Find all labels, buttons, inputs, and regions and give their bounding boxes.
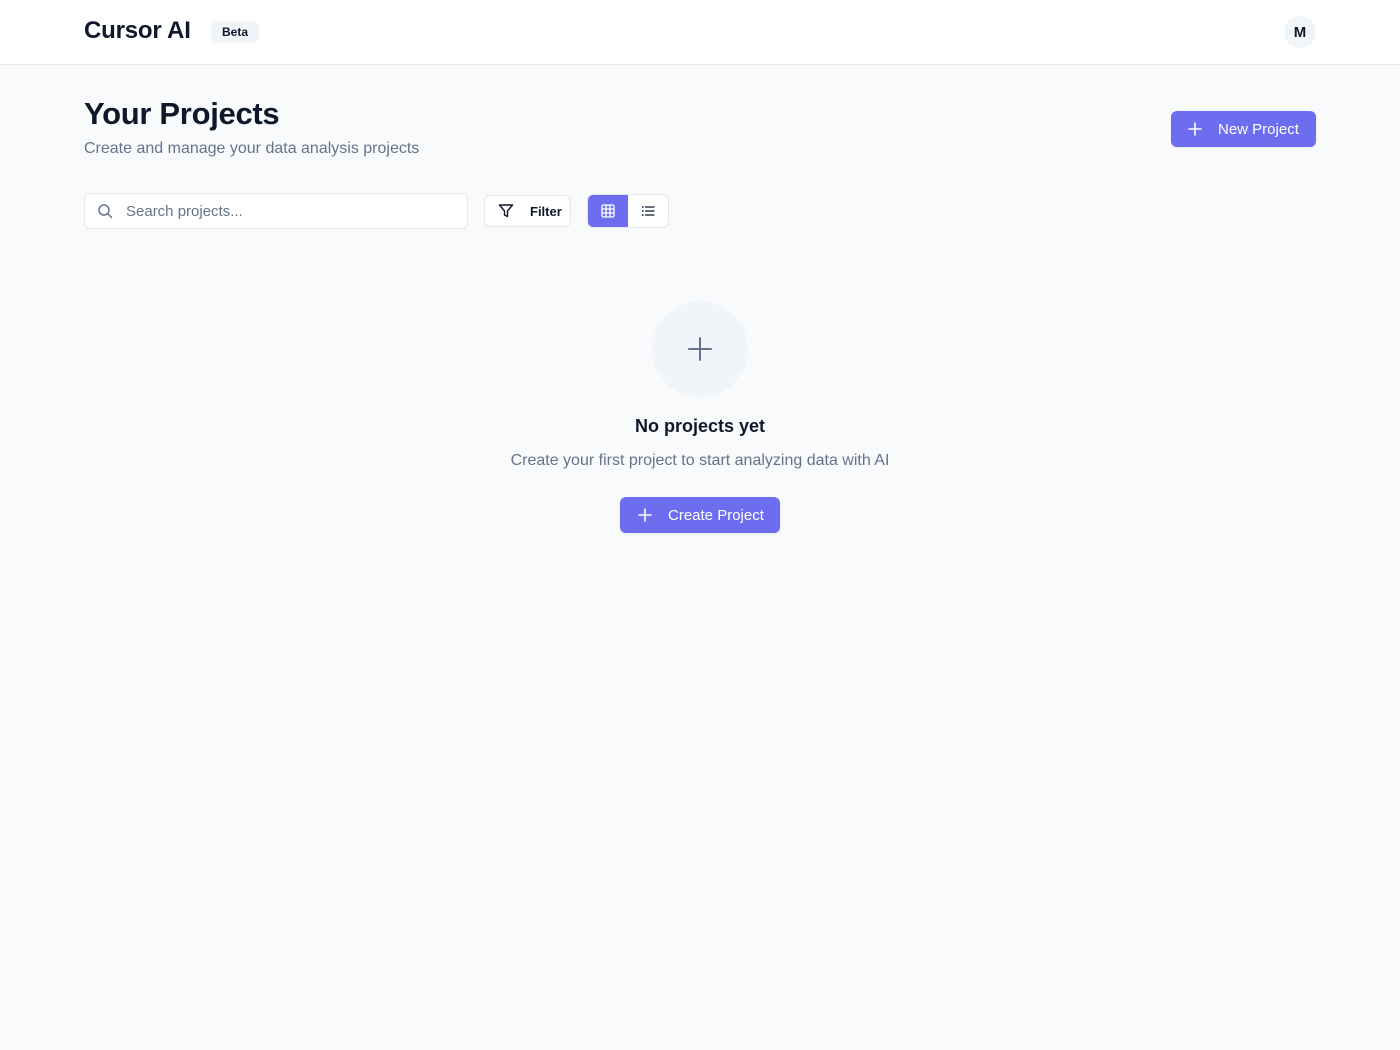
page-title: Your Projects	[84, 96, 280, 131]
list-view-button[interactable]	[628, 195, 668, 227]
view-toggle	[587, 194, 669, 228]
plus-icon	[1188, 122, 1202, 136]
filter-icon	[498, 204, 514, 218]
search-icon	[98, 204, 113, 219]
new-project-label: New Project	[1218, 120, 1299, 138]
filter-button[interactable]: Filter	[484, 195, 571, 227]
search-box[interactable]	[84, 193, 468, 229]
list-icon	[641, 206, 655, 216]
new-project-button[interactable]: New Project	[1171, 111, 1316, 147]
create-project-button[interactable]: Create Project	[620, 497, 780, 533]
plus-icon	[688, 337, 712, 361]
brand-title[interactable]: Cursor AI	[84, 17, 191, 45]
page-subtitle: Create and manage your data analysis pro…	[84, 140, 420, 157]
empty-state-description: Create your first project to start analy…	[510, 452, 890, 469]
user-avatar[interactable]: M	[1284, 16, 1316, 48]
empty-state-title: No projects yet	[634, 416, 766, 436]
search-input[interactable]	[126, 202, 446, 220]
grid-view-button[interactable]	[588, 195, 628, 227]
app-header: Cursor AI Beta M	[0, 0, 1400, 65]
filter-label: Filter	[530, 203, 562, 219]
plus-icon	[638, 508, 652, 522]
empty-state-icon-circle	[652, 301, 748, 397]
grid-icon	[601, 204, 615, 218]
beta-badge: Beta	[211, 21, 260, 43]
create-project-label: Create Project	[668, 506, 764, 524]
